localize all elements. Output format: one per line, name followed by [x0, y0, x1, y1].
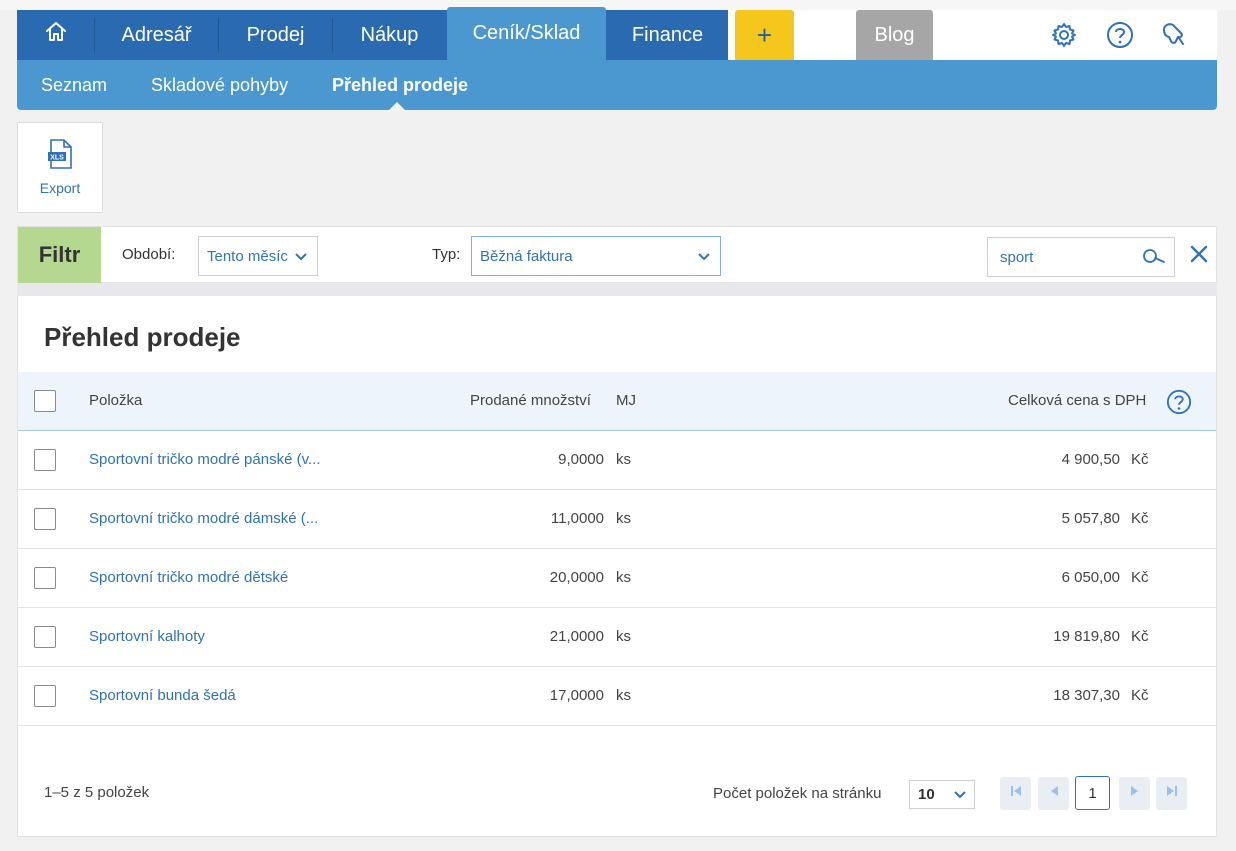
sub-nav: Seznam Skladové pohyby Přehled prodeje [17, 60, 1217, 110]
first-page-icon [1009, 784, 1023, 803]
help-icon[interactable] [1166, 389, 1192, 415]
search-value: sport [1000, 248, 1034, 266]
add-button[interactable]: + [735, 10, 794, 60]
row-checkbox[interactable] [34, 508, 56, 530]
price-cell: 4 900,50 [1061, 451, 1120, 468]
search-input[interactable]: sport [987, 237, 1175, 277]
item-name-link[interactable]: Sportovní kalhoty [89, 628, 205, 645]
unit-cell: ks [616, 628, 631, 645]
first-page-button[interactable] [1000, 777, 1031, 810]
per-page-select[interactable]: 10 [909, 780, 975, 809]
item-name-link[interactable]: Sportovní tričko modré dámské (... [89, 510, 318, 527]
home-icon [44, 20, 68, 50]
subnav-seznam[interactable]: Seznam [41, 60, 107, 110]
column-header-total-price[interactable]: Celková cena s DPH [1008, 392, 1146, 409]
nav-prodej[interactable]: Prodej [219, 10, 332, 60]
item-name-link[interactable]: Sportovní bunda šedá [89, 687, 236, 704]
unit-cell: ks [616, 510, 631, 527]
next-page-button[interactable] [1119, 777, 1150, 810]
help-icon[interactable] [1105, 20, 1135, 50]
type-label: Typ: [432, 246, 461, 263]
price-cell: 18 307,30 [1053, 687, 1120, 704]
period-select[interactable]: Tento měsíc [198, 236, 318, 276]
quantity-cell: 20,0000 [549, 569, 604, 586]
current-page-value: 1 [1088, 784, 1097, 802]
column-header-unit[interactable]: MJ [616, 392, 636, 409]
currency-cell: Kč [1131, 510, 1149, 527]
xls-badge: XLS [50, 155, 64, 162]
filter-bar: Filtr Období: Tento měsíc Typ: Běžná fak… [17, 226, 1217, 283]
column-header-quantity[interactable]: Prodané množství [470, 392, 591, 409]
type-value: Běžná faktura [480, 247, 573, 265]
export-label: Export [39, 180, 81, 196]
chevron-down-icon [698, 249, 710, 267]
quantity-cell: 21,0000 [549, 628, 604, 645]
last-page-icon [1165, 784, 1179, 803]
subnav-skladove-pohyby[interactable]: Skladové pohyby [151, 60, 288, 110]
per-page-value: 10 [918, 786, 935, 803]
price-cell: 19 819,80 [1053, 628, 1120, 645]
last-page-button[interactable] [1156, 777, 1187, 810]
unit-cell: ks [616, 451, 631, 468]
items-count: 1–5 z 5 položek [44, 784, 150, 801]
quantity-cell: 9,0000 [558, 451, 604, 468]
export-button[interactable]: XLS Export [17, 122, 103, 213]
xls-file-icon: XLS [47, 139, 73, 174]
currency-cell: Kč [1131, 569, 1149, 586]
nav-home[interactable] [17, 10, 94, 60]
unit-cell: ks [616, 569, 631, 586]
main-nav: Adresář Prodej Nákup Finance [17, 10, 728, 60]
table-header: Položka Prodané množství MJ Celková cena… [18, 372, 1216, 431]
filter-tag[interactable]: Filtr [18, 227, 101, 283]
table-row: Sportovní tričko modré dámské (... 11,00… [18, 490, 1216, 549]
notification-icon[interactable] [1158, 20, 1188, 50]
nav-finance[interactable]: Finance [607, 10, 728, 60]
search-icon[interactable] [1142, 247, 1166, 271]
current-page-input[interactable]: 1 [1075, 776, 1110, 810]
currency-cell: Kč [1131, 687, 1149, 704]
chevron-right-icon [1128, 784, 1142, 803]
top-strip [0, 0, 1236, 10]
unit-cell: ks [616, 687, 631, 704]
previous-page-button[interactable] [1038, 777, 1069, 810]
price-cell: 6 050,00 [1061, 569, 1120, 586]
item-name-link[interactable]: Sportovní tričko modré dětské [89, 569, 288, 586]
period-label: Období: [122, 246, 176, 263]
select-all-checkbox[interactable] [34, 390, 56, 412]
item-name-link[interactable]: Sportovní tričko modré pánské (v... [89, 451, 320, 468]
nav-blog[interactable]: Blog [856, 10, 933, 60]
per-page-label: Počet položek na stránku [713, 785, 882, 802]
row-checkbox[interactable] [34, 567, 56, 589]
table-row: Sportovní kalhoty 21,0000 ks 19 819,80 K… [18, 608, 1216, 667]
page-title: Přehled prodeje [44, 322, 241, 352]
type-select[interactable]: Běžná faktura [471, 236, 721, 276]
nav-adresar[interactable]: Adresář [95, 10, 218, 60]
row-checkbox[interactable] [34, 626, 56, 648]
gear-icon[interactable] [1049, 20, 1079, 50]
currency-cell: Kč [1131, 451, 1149, 468]
row-checkbox[interactable] [34, 449, 56, 471]
chevron-down-icon [954, 787, 966, 805]
table-row: Sportovní tričko modré pánské (v... 9,00… [18, 431, 1216, 490]
nav-cenik-sklad[interactable]: Ceník/Sklad [447, 7, 606, 60]
quantity-cell: 11,0000 [550, 510, 604, 527]
close-icon[interactable] [1190, 245, 1210, 265]
chevron-left-icon [1047, 784, 1061, 803]
filter-divider [17, 283, 1217, 296]
column-header-item[interactable]: Položka [89, 392, 142, 409]
sales-overview-panel: Přehled prodeje Položka Prodané množství… [17, 296, 1217, 837]
quantity-cell: 17,0000 [549, 687, 604, 704]
table-row: Sportovní bunda šedá 17,0000 ks 18 307,3… [18, 667, 1216, 726]
active-tab-caret [389, 102, 405, 110]
price-cell: 5 057,80 [1061, 510, 1120, 527]
currency-cell: Kč [1131, 628, 1149, 645]
nav-nakup[interactable]: Nákup [333, 10, 446, 60]
table-row: Sportovní tričko modré dětské 20,0000 ks… [18, 549, 1216, 608]
chevron-down-icon [295, 249, 307, 267]
period-value: Tento měsíc [207, 247, 288, 265]
row-checkbox[interactable] [34, 685, 56, 707]
